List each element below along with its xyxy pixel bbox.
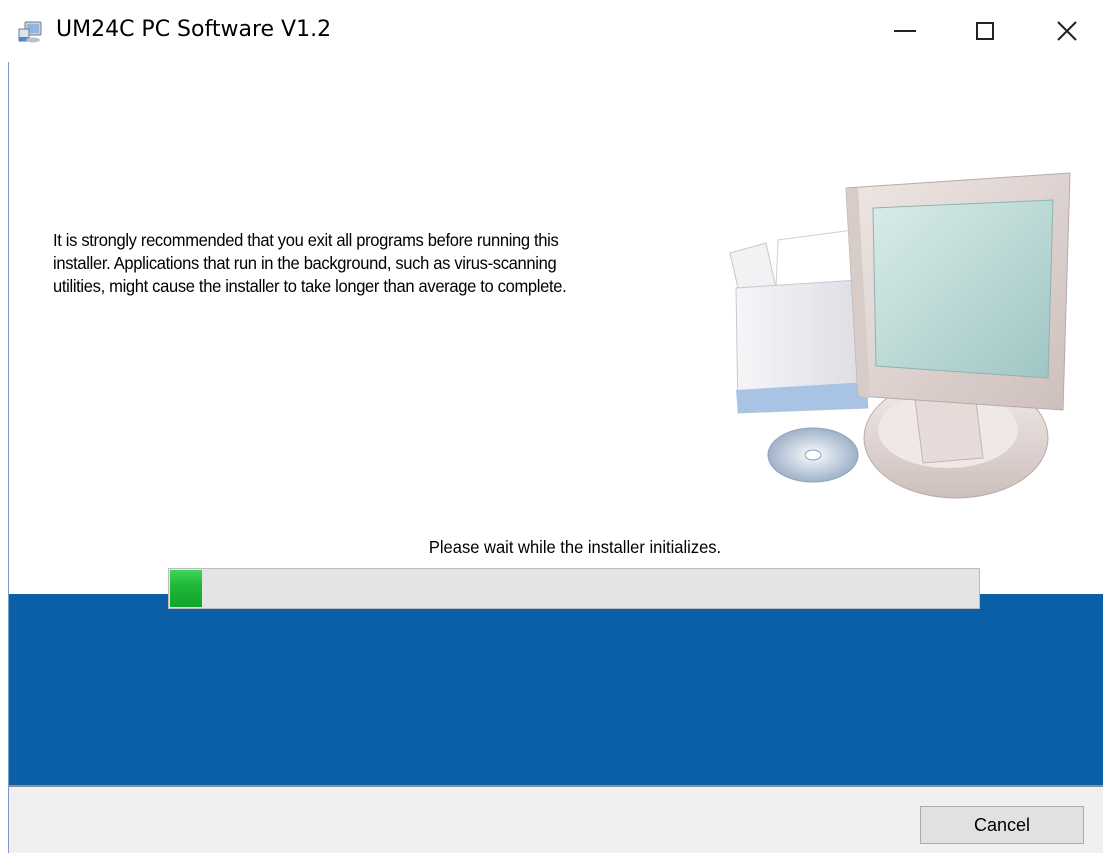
intro-line: It is strongly recommended that you exit…: [53, 230, 559, 250]
progress-fill: [170, 570, 202, 607]
intro-line: installer. Applications that run in the …: [53, 253, 557, 273]
window-title: UM24C PC Software V1.2: [56, 17, 332, 42]
maximize-icon: [976, 22, 994, 40]
minimize-button[interactable]: [860, 0, 950, 62]
maximize-button[interactable]: [940, 0, 1030, 62]
close-icon: [1056, 21, 1077, 41]
intro-line: utilities, might cause the installer to …: [53, 276, 567, 296]
close-button[interactable]: [1030, 0, 1103, 62]
installer-app-icon: [18, 21, 42, 43]
title-bar[interactable]: UM24C PC Software V1.2: [0, 0, 1103, 62]
computer-with-disc-icon: [729, 172, 1071, 499]
blue-banner: [9, 594, 1103, 785]
progress-bar: [168, 568, 980, 609]
status-message: Please wait while the installer initiali…: [428, 537, 722, 557]
cancel-button[interactable]: Cancel: [920, 806, 1084, 844]
minimize-icon: [894, 30, 916, 32]
installer-window: UM24C PC Software V1.2 It is strongly re…: [0, 0, 1103, 853]
intro-message: It is strongly recommended that you exit…: [53, 229, 692, 298]
